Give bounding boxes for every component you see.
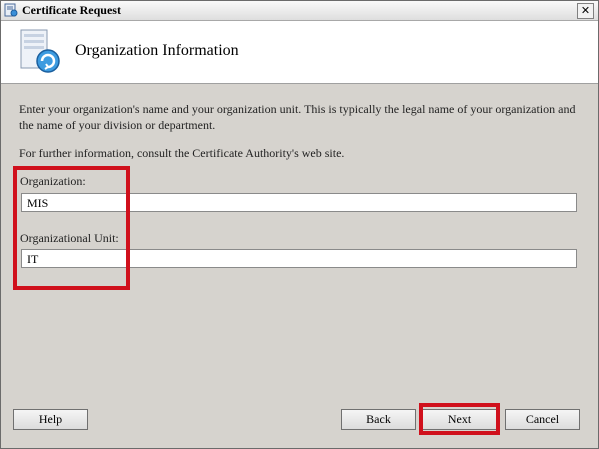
certificate-request-dialog: Certificate Request ✕ Organization Infor…	[0, 0, 599, 449]
page-title: Organization Information	[75, 42, 239, 59]
description-text: Enter your organization's name and your …	[19, 102, 576, 132]
next-highlight-box	[419, 403, 500, 435]
server-certificate-icon	[20, 29, 60, 73]
close-icon: ✕	[580, 4, 591, 17]
certificate-app-icon	[4, 3, 18, 17]
cancel-button[interactable]: Cancel	[505, 409, 580, 430]
back-button[interactable]: Back	[341, 409, 416, 430]
title-bar[interactable]: Certificate Request ✕	[1, 1, 598, 21]
close-button[interactable]: ✕	[577, 3, 594, 19]
wizard-header: Organization Information	[1, 21, 598, 84]
fields-highlight-box	[13, 166, 130, 290]
window-title: Certificate Request	[22, 3, 121, 17]
help-button[interactable]: Help	[13, 409, 88, 430]
info-text: For further information, consult the Cer…	[19, 146, 345, 160]
